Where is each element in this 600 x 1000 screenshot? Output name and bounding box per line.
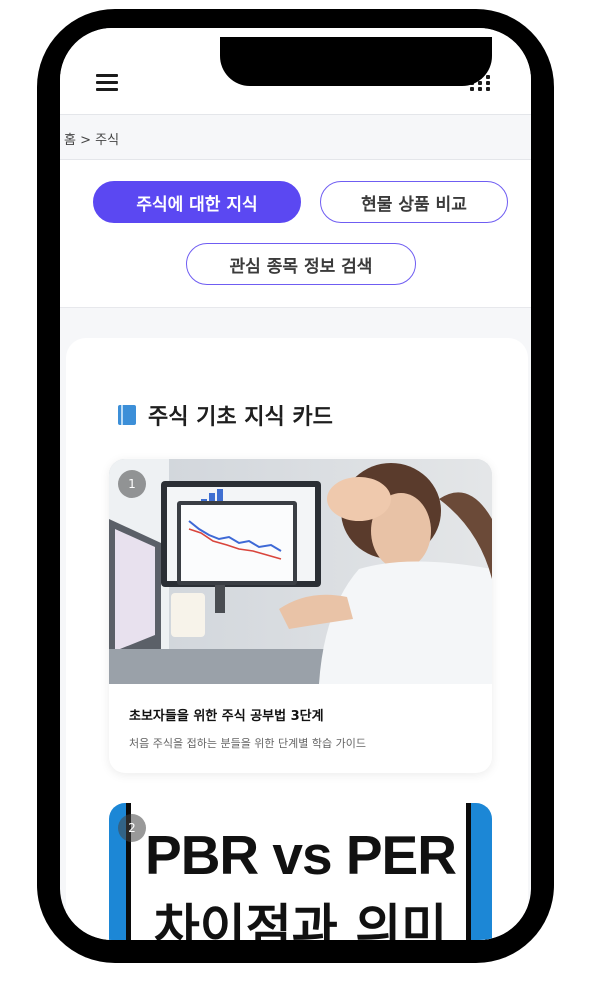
- card-thumbnail-image: PBR vs PER 차이점과 의미 2: [109, 803, 492, 940]
- card-description: 처음 주식을 접하는 분들을 위한 단계별 학습 가이드: [129, 737, 366, 750]
- breadcrumb-bar: 홈 > 주식: [60, 114, 531, 160]
- card-thumbnail-image: 1: [109, 459, 492, 684]
- stressed-investor-photo: [109, 459, 492, 684]
- tab-spot-product-compare[interactable]: 현물 상품 비교: [320, 181, 508, 223]
- tab-watchlist-search[interactable]: 관심 종목 정보 검색: [186, 243, 416, 285]
- section-header: 주식 기초 지식 카드: [118, 401, 333, 430]
- section-title: 주식 기초 지식 카드: [148, 405, 333, 430]
- app-screen: 홈 > 주식 주식에 대한 지식 현물 상품 비교 관심 종목 정보 검색 주식…: [60, 28, 531, 940]
- card-index-badge: 1: [118, 470, 146, 498]
- thumbnail-headline: PBR vs PER: [145, 824, 457, 886]
- card-title[interactable]: 초보자들을 위한 주식 공부법 3단계: [129, 705, 324, 724]
- category-tabs: 주식에 대한 지식 현물 상품 비교 관심 종목 정보 검색: [60, 160, 531, 308]
- article-card[interactable]: 1 초보자들을 위한 주식 공부법 3단계 처음 주식을 접하는 분들을 위한 …: [109, 459, 492, 773]
- thumbnail-subheadline: 차이점과 의미: [153, 899, 448, 940]
- tab-stock-knowledge[interactable]: 주식에 대한 지식: [93, 181, 301, 223]
- article-card[interactable]: PBR vs PER 차이점과 의미 2: [109, 803, 492, 940]
- hamburger-menu-icon[interactable]: [96, 74, 118, 92]
- blue-book-icon: [118, 405, 136, 425]
- phone-notch: [220, 37, 492, 86]
- breadcrumb[interactable]: 홈 > 주식: [64, 129, 119, 148]
- card-index-badge: 2: [118, 814, 146, 842]
